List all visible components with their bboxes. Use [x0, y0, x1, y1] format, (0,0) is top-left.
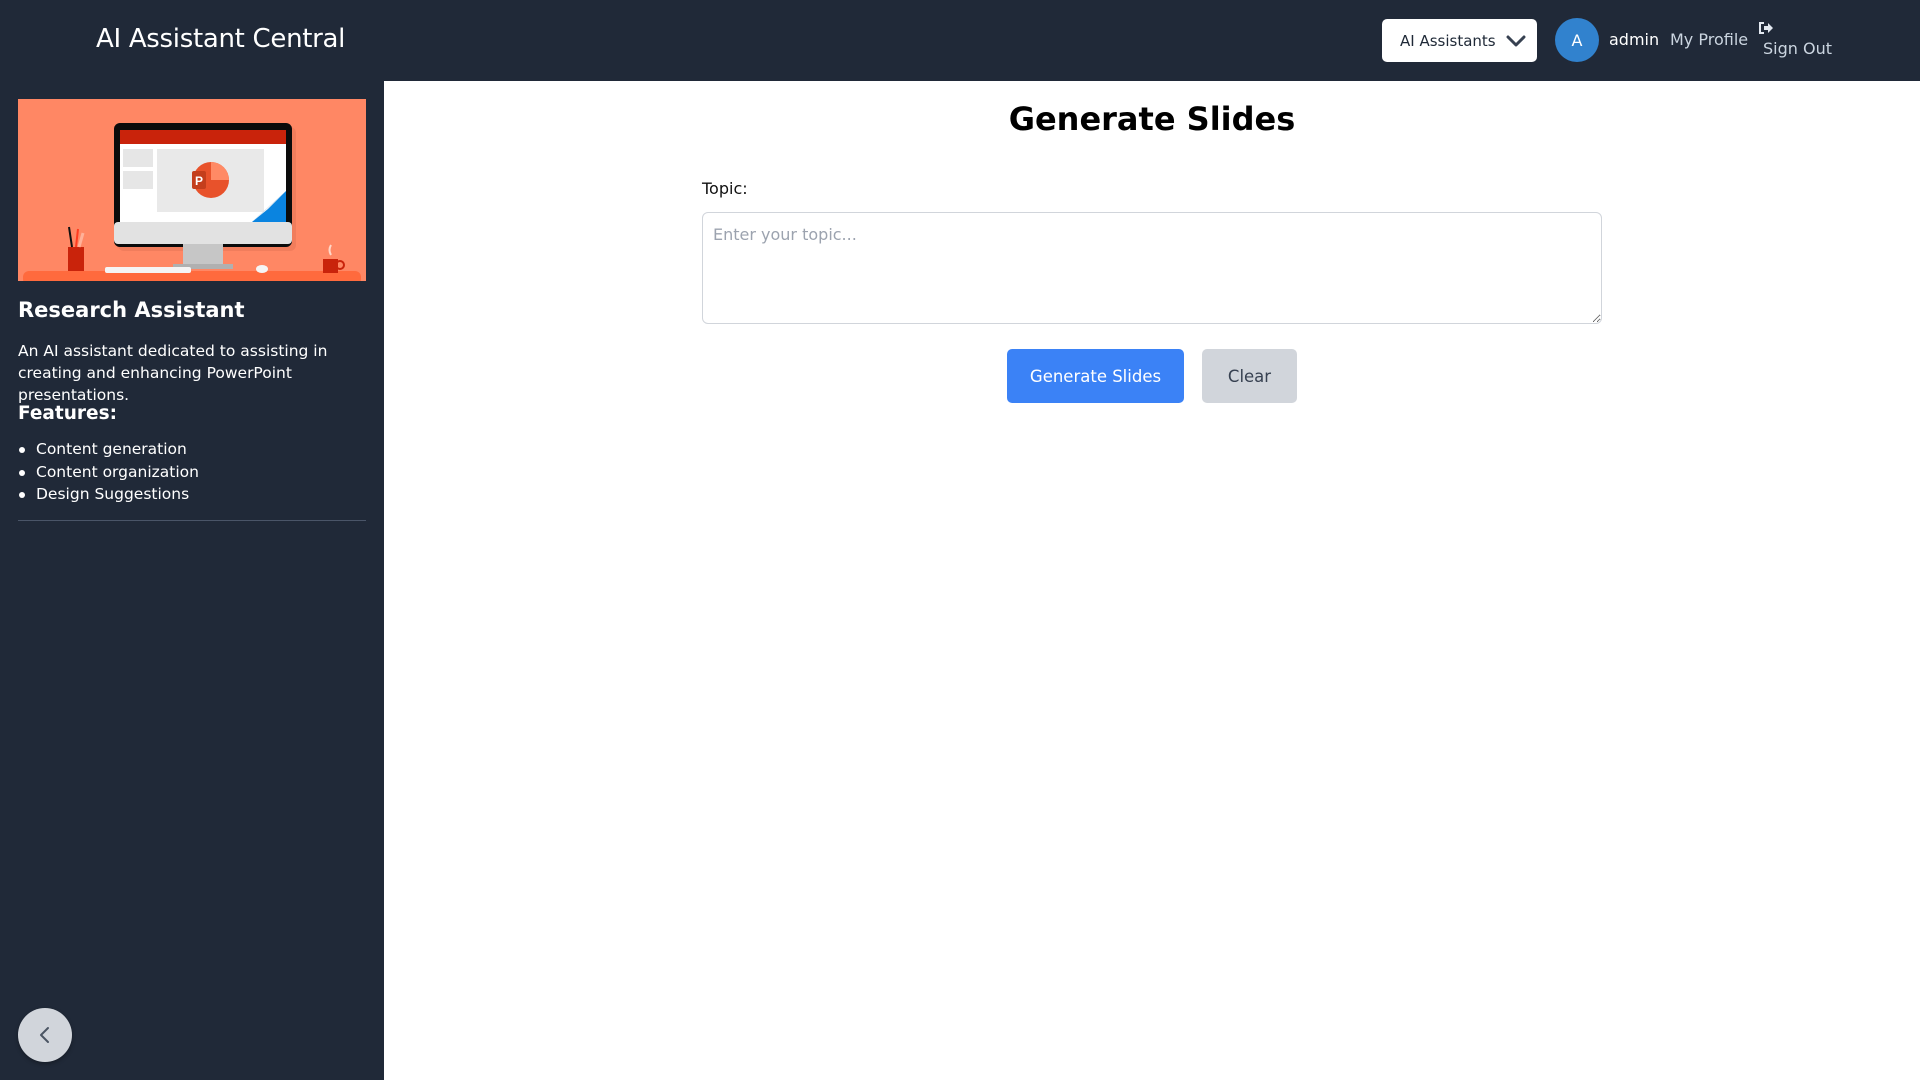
topic-input[interactable] [702, 212, 1602, 324]
main-content: Generate Slides Topic: Generate Slides C… [384, 81, 1920, 1080]
feature-label: Content generation [36, 440, 187, 458]
page-title: Generate Slides [1008, 100, 1296, 138]
features-list: Content generation Content organization … [18, 438, 199, 506]
bullet-icon [19, 469, 25, 476]
sign-out-label: Sign Out [1763, 39, 1832, 58]
sidebar-divider [18, 520, 366, 521]
chevron-left-icon [40, 1027, 49, 1043]
assistant-name: Research Assistant [18, 298, 245, 322]
powerpoint-desk-illustration: P [18, 99, 366, 281]
feature-item: Design Suggestions [18, 483, 199, 506]
ai-assistants-dropdown[interactable]: AI Assistants [1382, 19, 1537, 62]
username: admin [1609, 30, 1660, 49]
generate-slides-button[interactable]: Generate Slides [1007, 349, 1184, 403]
user-avatar[interactable]: A [1555, 18, 1599, 62]
avatar-initial: A [1571, 30, 1583, 50]
sign-out-icon [1759, 22, 1773, 34]
svg-text:P: P [195, 174, 203, 188]
sidebar: P Research Assistant An AI assistant ded… [0, 81, 384, 1080]
clear-button[interactable]: Clear [1202, 349, 1297, 403]
my-profile-link[interactable]: My Profile [1670, 30, 1748, 49]
bullet-icon [19, 492, 25, 498]
feature-label: Content organization [36, 462, 199, 481]
feature-item: Content organization [18, 461, 199, 484]
features-heading: Features: [18, 403, 118, 424]
assistant-description: An AI assistant dedicated to assisting i… [18, 342, 328, 404]
top-navbar: AI Assistant Central AI Assistants A adm… [0, 0, 1920, 81]
chevron-down-icon [1506, 35, 1526, 46]
topic-label: Topic: [702, 179, 748, 198]
collapse-sidebar-button[interactable] [18, 1008, 72, 1062]
feature-item: Content generation [18, 438, 199, 461]
dropdown-label: AI Assistants [1400, 31, 1496, 50]
app-title: AI Assistant Central [96, 24, 346, 54]
feature-label: Design Suggestions [36, 485, 190, 503]
bullet-icon [19, 447, 25, 453]
